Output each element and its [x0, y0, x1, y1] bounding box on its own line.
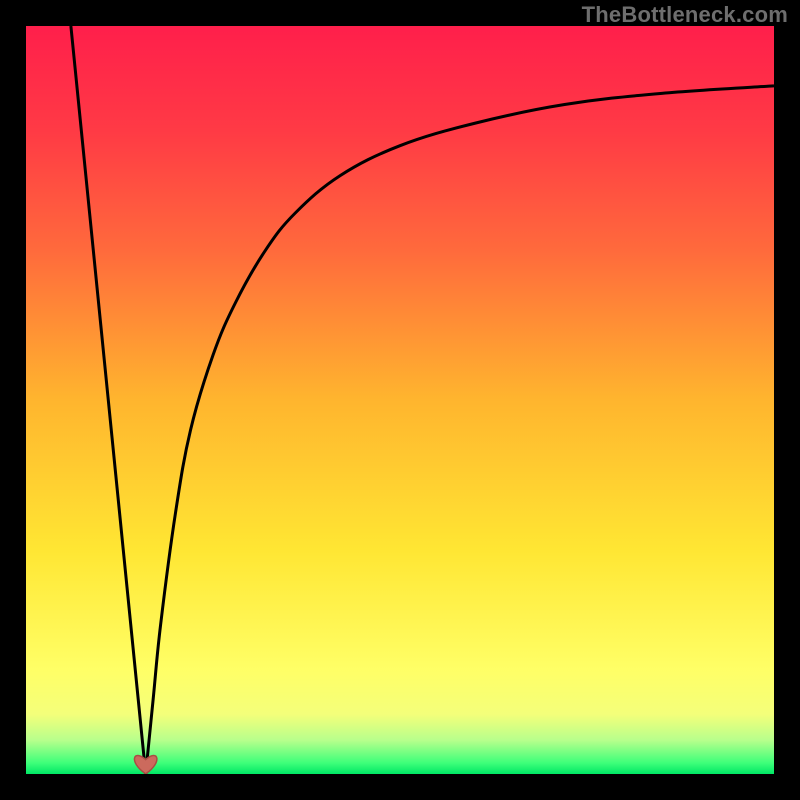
gradient-background [26, 26, 774, 774]
watermark-label: TheBottleneck.com [582, 2, 788, 28]
bottleneck-plot [26, 26, 774, 774]
chart-frame: TheBottleneck.com [0, 0, 800, 800]
